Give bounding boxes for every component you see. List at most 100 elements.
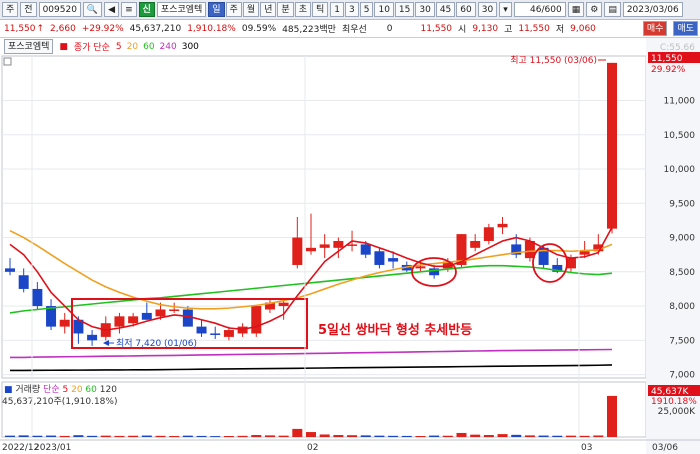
volume-legend-part-5: 60 xyxy=(85,385,99,395)
candle-22 xyxy=(306,247,316,252)
price-tick-3: 9,500 xyxy=(669,199,695,209)
price-tick-6: 8,000 xyxy=(669,302,695,312)
price-tick-4: 9,000 xyxy=(669,234,695,244)
volume-bar-17 xyxy=(237,435,248,437)
volume-bar-26 xyxy=(360,435,371,437)
candle-18 xyxy=(251,306,262,334)
volume-bar-22 xyxy=(306,432,316,437)
volume-bar-10 xyxy=(141,435,152,437)
candle-11 xyxy=(155,309,166,317)
volume-bar-25 xyxy=(347,435,358,437)
price-chart[interactable]: 11,000 10,500 10,000 9,500 9,000 8,500 8,000 7,… xyxy=(0,0,700,454)
candle-35 xyxy=(483,227,494,241)
price-tick-0: 11,000 xyxy=(664,97,696,107)
candle-9 xyxy=(128,316,139,324)
annotation-text: 5일선 쌍바닥 형성 추세반등 xyxy=(318,322,472,338)
current-price-tag-text: 11,550 xyxy=(651,54,683,64)
volume-bar-14 xyxy=(196,435,207,437)
volume-bar-11 xyxy=(155,435,166,437)
x-label-4: 03/06 xyxy=(652,443,678,453)
candle-36 xyxy=(497,223,508,228)
candle-0 xyxy=(5,268,15,272)
price-tick-8: 7,000 xyxy=(669,371,695,381)
price-tick-2: 10,000 xyxy=(664,165,696,175)
volume-bar-7 xyxy=(100,435,111,437)
volume-bar-27 xyxy=(374,435,385,437)
volume-bar-12 xyxy=(169,436,180,437)
candle-30 xyxy=(415,266,426,269)
volume-bar-6 xyxy=(87,435,98,437)
candle-24 xyxy=(333,240,344,248)
volume-bar-39 xyxy=(538,435,549,437)
candle-20 xyxy=(278,302,289,307)
volume-bar-21 xyxy=(292,428,303,437)
volume-bar-23 xyxy=(319,434,330,437)
volume-legend-part-1: 거래량 xyxy=(15,383,43,395)
candle-44 xyxy=(607,62,617,229)
candle-8 xyxy=(114,316,125,327)
right-label-c: C:55.66 xyxy=(660,43,695,53)
volume-bar-44 xyxy=(607,395,617,437)
volume-bar-31 xyxy=(429,435,440,437)
high-marker-text: 최고 11,550 (03/06) xyxy=(510,55,597,66)
candle-21 xyxy=(292,237,303,265)
volume-bar-34 xyxy=(470,434,481,437)
volume-bar-4 xyxy=(59,435,70,437)
volume-legend-part-4: 20 xyxy=(71,385,85,395)
candle-2 xyxy=(32,288,43,307)
volume-legend-part-0: ■ xyxy=(4,385,15,395)
candle-15 xyxy=(210,333,221,335)
volume-bar-9 xyxy=(128,435,139,437)
volume-bar-13 xyxy=(182,435,193,437)
volume-legend-part-6: 120 xyxy=(100,385,117,395)
candle-34 xyxy=(470,240,481,248)
volume-legend-part-3: 5 xyxy=(63,385,72,395)
candle-23 xyxy=(319,244,330,248)
price-tick-7: 7,500 xyxy=(669,336,695,346)
candle-12 xyxy=(169,309,180,311)
x-label-1: 2023/01 xyxy=(34,443,71,453)
candle-28 xyxy=(388,258,399,262)
volume-bar-29 xyxy=(401,435,412,437)
volume-bar-42 xyxy=(579,435,590,437)
x-label-3: 03 xyxy=(581,443,592,453)
volume-legend-part-2: 단순 xyxy=(43,384,62,395)
volume-bar-20 xyxy=(278,435,289,437)
candle-25 xyxy=(347,244,358,246)
volume-bar-32 xyxy=(442,435,453,437)
volume-bar-19 xyxy=(264,435,275,437)
candle-4 xyxy=(59,319,70,327)
candle-1 xyxy=(18,275,29,289)
volume-bar-3 xyxy=(46,435,57,437)
volume-tag-text: 45,637K xyxy=(651,387,689,397)
volume-bar-36 xyxy=(497,434,508,437)
volume-legend: ■ 거래량 단순 5 20 60 120 xyxy=(4,383,117,395)
price-tick-1: 10,500 xyxy=(664,131,696,141)
candle-6 xyxy=(87,334,98,341)
volume-bar-43 xyxy=(593,435,604,437)
volume-bar-37 xyxy=(511,434,522,437)
volume-bar-40 xyxy=(552,435,563,437)
volume-bar-33 xyxy=(456,432,467,437)
volume-bar-8 xyxy=(114,435,125,437)
candle-16 xyxy=(223,330,234,337)
current-pct-tag-text: 29.92% xyxy=(651,65,686,75)
volume-bar-1 xyxy=(18,435,29,437)
volume-bar-15 xyxy=(210,436,221,437)
x-label-2: 02 xyxy=(307,443,318,453)
low-marker-text: 최저 7,420 (01/06) xyxy=(116,338,197,349)
volume-bar-41 xyxy=(565,435,576,437)
volume-bar-16 xyxy=(223,436,234,437)
candle-13 xyxy=(182,309,193,327)
volume-ratio-tag-text: 1910.18% xyxy=(651,397,697,407)
volume-bar-24 xyxy=(333,435,344,437)
volume-bar-30 xyxy=(415,436,426,437)
candle-42 xyxy=(579,251,590,255)
candle-14 xyxy=(196,326,207,334)
volume-value-text: 45,637,210주(1,910.18%) xyxy=(2,396,117,407)
volume-bar-35 xyxy=(483,435,494,437)
volume-bar-2 xyxy=(32,435,43,437)
price-tick-5: 8,500 xyxy=(669,268,695,278)
volume-bar-38 xyxy=(524,435,535,437)
candle-27 xyxy=(374,251,385,265)
